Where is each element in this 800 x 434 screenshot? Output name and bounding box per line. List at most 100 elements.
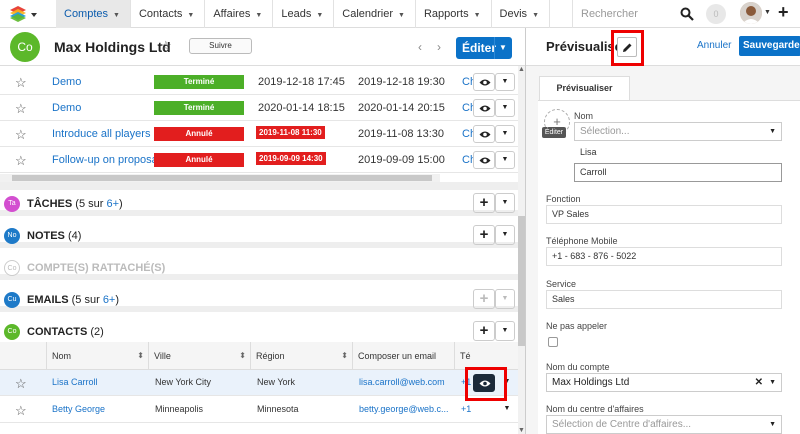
- subpanel-tasks[interactable]: Ta TÂCHES (5 sur 6+) + ▼: [0, 190, 518, 216]
- nav-tab-2[interactable]: Affaires ▼: [205, 0, 274, 28]
- column-header-email[interactable]: Composer un email: [352, 342, 454, 370]
- favorite-star-icon[interactable]: ☆: [15, 127, 27, 143]
- last-name-field[interactable]: Carroll: [574, 163, 782, 182]
- first-name-field[interactable]: Lisa: [574, 143, 782, 162]
- favorite-star-icon[interactable]: ☆: [160, 38, 172, 54]
- previous-record-icon[interactable]: ‹: [418, 40, 422, 54]
- preview-tab[interactable]: Prévisualiser: [539, 76, 630, 100]
- contact-name-link[interactable]: Betty George: [52, 404, 105, 414]
- column-header-phone[interactable]: Té: [454, 342, 518, 370]
- favorite-star-icon[interactable]: ☆: [15, 101, 27, 117]
- title-field[interactable]: VP Sales: [546, 205, 782, 224]
- mobile-phone-field[interactable]: +1 - 683 - 876 - 5022: [546, 247, 782, 266]
- preview-eye-button[interactable]: [473, 151, 495, 169]
- emails-title[interactable]: EMAILS (5 sur 6+): [27, 294, 119, 306]
- meeting-subject-link[interactable]: Introduce all players: [52, 128, 150, 140]
- chevron-down-icon[interactable]: ▼: [474, 12, 481, 19]
- account-name-select[interactable]: Max Holdings Ltd ✕ ▼: [546, 373, 782, 392]
- notes-title[interactable]: NOTES (4): [27, 230, 81, 242]
- contacts-title[interactable]: CONTACTS (2): [27, 326, 104, 338]
- search-icon[interactable]: [680, 7, 694, 21]
- subpanel-emails[interactable]: Cu EMAILS (5 sur 6+) + ▼: [0, 286, 518, 312]
- user-menu-caret-icon[interactable]: ▼: [764, 9, 771, 16]
- column-header-region[interactable]: Région ⬍: [250, 342, 352, 370]
- nav-tab-4[interactable]: Calendrier ▼: [334, 0, 416, 28]
- chevron-down-icon[interactable]: ▼: [769, 374, 776, 391]
- favorite-star-icon[interactable]: ☆: [15, 75, 27, 91]
- clear-icon[interactable]: ✕: [755, 374, 763, 391]
- tasks-title[interactable]: TÂCHES (5 sur 6+): [27, 198, 123, 210]
- nav-tab-5[interactable]: Rapports ▼: [416, 0, 492, 28]
- preview-save-button[interactable]: Sauvegarder: [739, 36, 800, 56]
- contact-email-link[interactable]: betty.george@web.c...: [359, 404, 449, 414]
- scroll-down-icon[interactable]: ▼: [518, 427, 525, 434]
- chevron-down-icon[interactable]: ▼: [398, 12, 405, 19]
- emails-actions-caret[interactable]: ▼: [495, 289, 515, 309]
- nav-tab-6[interactable]: Devis ▼: [492, 0, 550, 28]
- contacts-create-button[interactable]: +: [473, 321, 495, 341]
- department-field[interactable]: Sales: [546, 290, 782, 309]
- nav-tab-3[interactable]: Leads ▼: [273, 0, 335, 28]
- sort-icon[interactable]: ⬍: [239, 342, 246, 370]
- meeting-subject-link[interactable]: Demo: [52, 76, 81, 88]
- nav-tab-label: Calendrier: [342, 8, 394, 20]
- contact-name-link[interactable]: Lisa Carroll: [52, 377, 98, 387]
- preview-eye-button[interactable]: [473, 99, 495, 117]
- nav-tab-0[interactable]: Comptes ▼: [56, 0, 131, 28]
- subpanel-contacts[interactable]: Co CONTACTS (2) + ▼: [0, 318, 518, 342]
- main-vertical-scrollbar[interactable]: ▲ ▼: [518, 66, 525, 434]
- app-logo-icon[interactable]: [8, 5, 38, 23]
- contacts-actions-caret[interactable]: ▼: [495, 321, 515, 341]
- row-actions-caret[interactable]: ▼: [495, 99, 515, 117]
- row-actions-caret[interactable]: ▼: [495, 125, 515, 143]
- meeting-subject-link[interactable]: Demo: [52, 102, 81, 114]
- favorite-star-icon[interactable]: ☆: [15, 376, 27, 392]
- follow-button[interactable]: Suivre: [189, 38, 252, 54]
- row-actions-caret[interactable]: ▼: [497, 401, 517, 419]
- tasks-create-button[interactable]: +: [473, 193, 495, 213]
- user-avatar[interactable]: [740, 2, 762, 24]
- subpanel-notes[interactable]: No NOTES (4) + ▼: [0, 222, 518, 248]
- tasks-count-post: ): [119, 198, 123, 210]
- quick-create-plus-icon[interactable]: +: [778, 2, 789, 23]
- edit-actions-caret-icon[interactable]: ▼: [499, 37, 507, 59]
- chevron-down-icon[interactable]: ▼: [532, 12, 539, 19]
- preview-eye-button[interactable]: [473, 125, 495, 143]
- scrollbar-thumb[interactable]: [518, 216, 525, 346]
- sort-icon[interactable]: ⬍: [341, 342, 348, 370]
- meetings-horizontal-scrollbar[interactable]: [0, 174, 440, 182]
- chevron-down-icon[interactable]: ▼: [187, 12, 194, 19]
- scroll-up-icon[interactable]: ▲: [518, 66, 525, 73]
- contact-email-link[interactable]: lisa.carroll@web.com: [359, 377, 445, 387]
- scrollbar-thumb[interactable]: [12, 175, 432, 181]
- chevron-down-icon[interactable]: ▼: [255, 12, 262, 19]
- row-actions-caret[interactable]: ▼: [495, 151, 515, 169]
- salutation-select[interactable]: Sélection... ▼: [574, 122, 782, 141]
- nav-tab-1[interactable]: Contacts ▼: [131, 0, 206, 28]
- preview-eye-button[interactable]: [473, 73, 495, 91]
- emails-create-button[interactable]: +: [473, 289, 495, 309]
- business-unit-select[interactable]: Sélection de Centre d'affaires... ▼: [546, 415, 782, 434]
- meeting-subject-link[interactable]: Follow-up on proposal: [52, 154, 160, 166]
- do-not-call-checkbox[interactable]: [548, 337, 558, 347]
- tasks-count-link[interactable]: 6+: [106, 198, 119, 210]
- row-actions-caret[interactable]: ▼: [495, 73, 515, 91]
- favorite-star-icon[interactable]: ☆: [15, 403, 27, 419]
- chevron-down-icon[interactable]: ▼: [113, 12, 120, 19]
- column-header-name[interactable]: Nom ⬍: [46, 342, 148, 370]
- chevron-down-icon[interactable]: ▼: [316, 12, 323, 19]
- column-header-city[interactable]: Ville ⬍: [148, 342, 250, 370]
- preview-cancel-link[interactable]: Annuler: [697, 40, 731, 51]
- photo-edit-button[interactable]: Éditer: [542, 127, 566, 138]
- sort-icon[interactable]: ⬍: [137, 342, 144, 370]
- notifications-icon[interactable]: 0: [706, 4, 726, 24]
- edit-button[interactable]: Éditer ▼: [456, 37, 512, 59]
- notes-actions-caret[interactable]: ▼: [495, 225, 515, 245]
- tasks-actions-caret[interactable]: ▼: [495, 193, 515, 213]
- notes-create-button[interactable]: +: [473, 225, 495, 245]
- contact-row: ☆ Betty George Minneapolis Minnesota betty.g…: [0, 397, 518, 423]
- next-record-icon[interactable]: ›: [437, 40, 441, 54]
- favorite-star-icon[interactable]: ☆: [15, 153, 27, 169]
- contact-phone[interactable]: +1: [461, 404, 471, 414]
- emails-count-link[interactable]: 6+: [103, 294, 116, 306]
